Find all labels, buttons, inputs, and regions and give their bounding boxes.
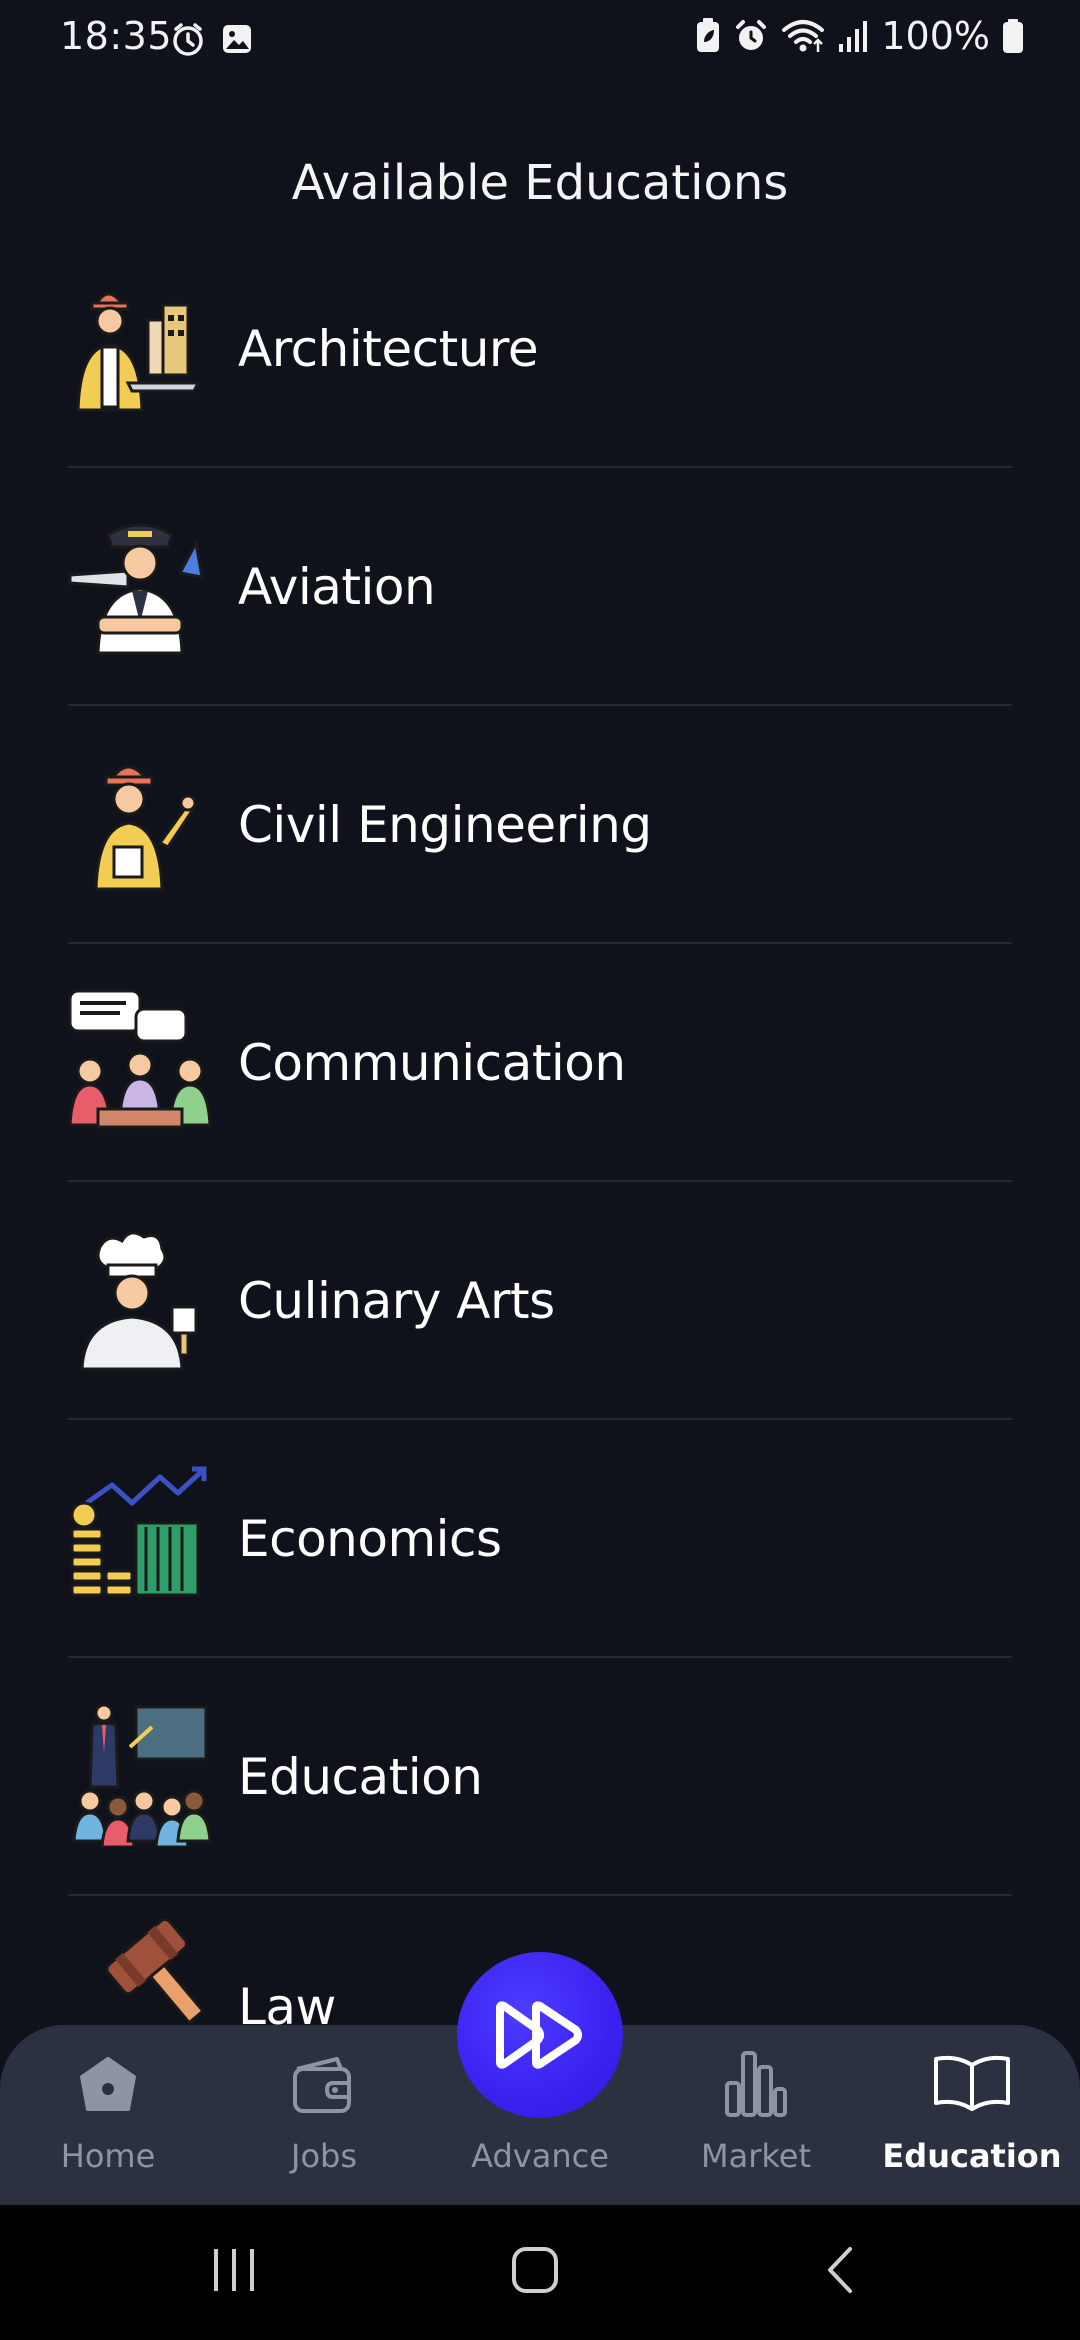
advance-button[interactable] <box>457 1952 623 2118</box>
screen: 18:35 100% Available Educations Architec… <box>0 0 1080 2340</box>
wallet-icon <box>293 2057 351 2113</box>
education-label: Economics <box>238 1510 502 1568</box>
education-label: Architecture <box>238 320 539 378</box>
education-item-communication[interactable]: Communication <box>68 944 1012 1182</box>
home-button-icon[interactable] <box>510 2245 560 2295</box>
status-right: 100% <box>695 14 1024 58</box>
signal-icon <box>839 21 868 52</box>
nav-market[interactable]: Market <box>648 2025 864 2205</box>
recent-apps-icon[interactable] <box>210 2245 258 2295</box>
education-item-architecture[interactable]: Architecture <box>68 230 1012 468</box>
status-time: 18:35 <box>60 14 173 58</box>
book-icon <box>934 2055 1010 2111</box>
education-list: Architecture Aviation Civil Engineering … <box>68 230 1012 2134</box>
wifi-icon <box>782 20 825 52</box>
education-item-education[interactable]: Education <box>68 1658 1012 1896</box>
chat-group-icon <box>68 989 212 1129</box>
education-item-civil-engineering[interactable]: Civil Engineering <box>68 706 1012 944</box>
alarm-icon <box>736 20 767 50</box>
clock-badge-icon <box>173 23 203 56</box>
education-label: Culinary Arts <box>238 1272 555 1330</box>
fast-forward-icon <box>496 2001 582 2069</box>
teacher-icon <box>72 1703 212 1847</box>
education-item-economics[interactable]: Economics <box>68 1420 1012 1658</box>
engineer-icon <box>94 765 197 891</box>
battery-percent: 100% <box>881 14 990 58</box>
pilot-icon <box>68 523 204 655</box>
battery-icon <box>1003 19 1023 53</box>
education-item-aviation[interactable]: Aviation <box>68 468 1012 706</box>
education-label: Civil Engineering <box>238 796 652 854</box>
status-left-icons <box>170 22 254 58</box>
nav-label: Education <box>882 2137 1062 2175</box>
nav-label: Home <box>60 2137 156 2175</box>
nav-home[interactable]: Home <box>0 2025 216 2205</box>
economy-chart-icon <box>70 1466 207 1597</box>
system-nav-bar <box>0 2205 1080 2340</box>
architect-icon <box>76 292 201 412</box>
education-label: Education <box>238 1748 483 1806</box>
battery-saver-icon <box>697 18 720 52</box>
page-title: Available Educations <box>291 155 789 211</box>
home-icon <box>80 2057 136 2111</box>
nav-jobs[interactable]: Jobs <box>216 2025 432 2205</box>
nav-label: Jobs <box>291 2137 357 2175</box>
status-bar: 18:35 100% <box>0 0 1080 80</box>
nav-education[interactable]: Education <box>864 2025 1080 2205</box>
nav-label: Advance <box>471 2137 609 2175</box>
education-item-culinary-arts[interactable]: Culinary Arts <box>68 1182 1012 1420</box>
bar-chart-icon <box>725 2051 787 2117</box>
nav-label: Market <box>701 2137 811 2175</box>
chef-icon <box>80 1231 198 1371</box>
education-label: Communication <box>238 1034 626 1092</box>
education-label: Aviation <box>238 558 436 616</box>
back-icon[interactable] <box>822 2245 856 2295</box>
image-icon <box>223 25 251 53</box>
